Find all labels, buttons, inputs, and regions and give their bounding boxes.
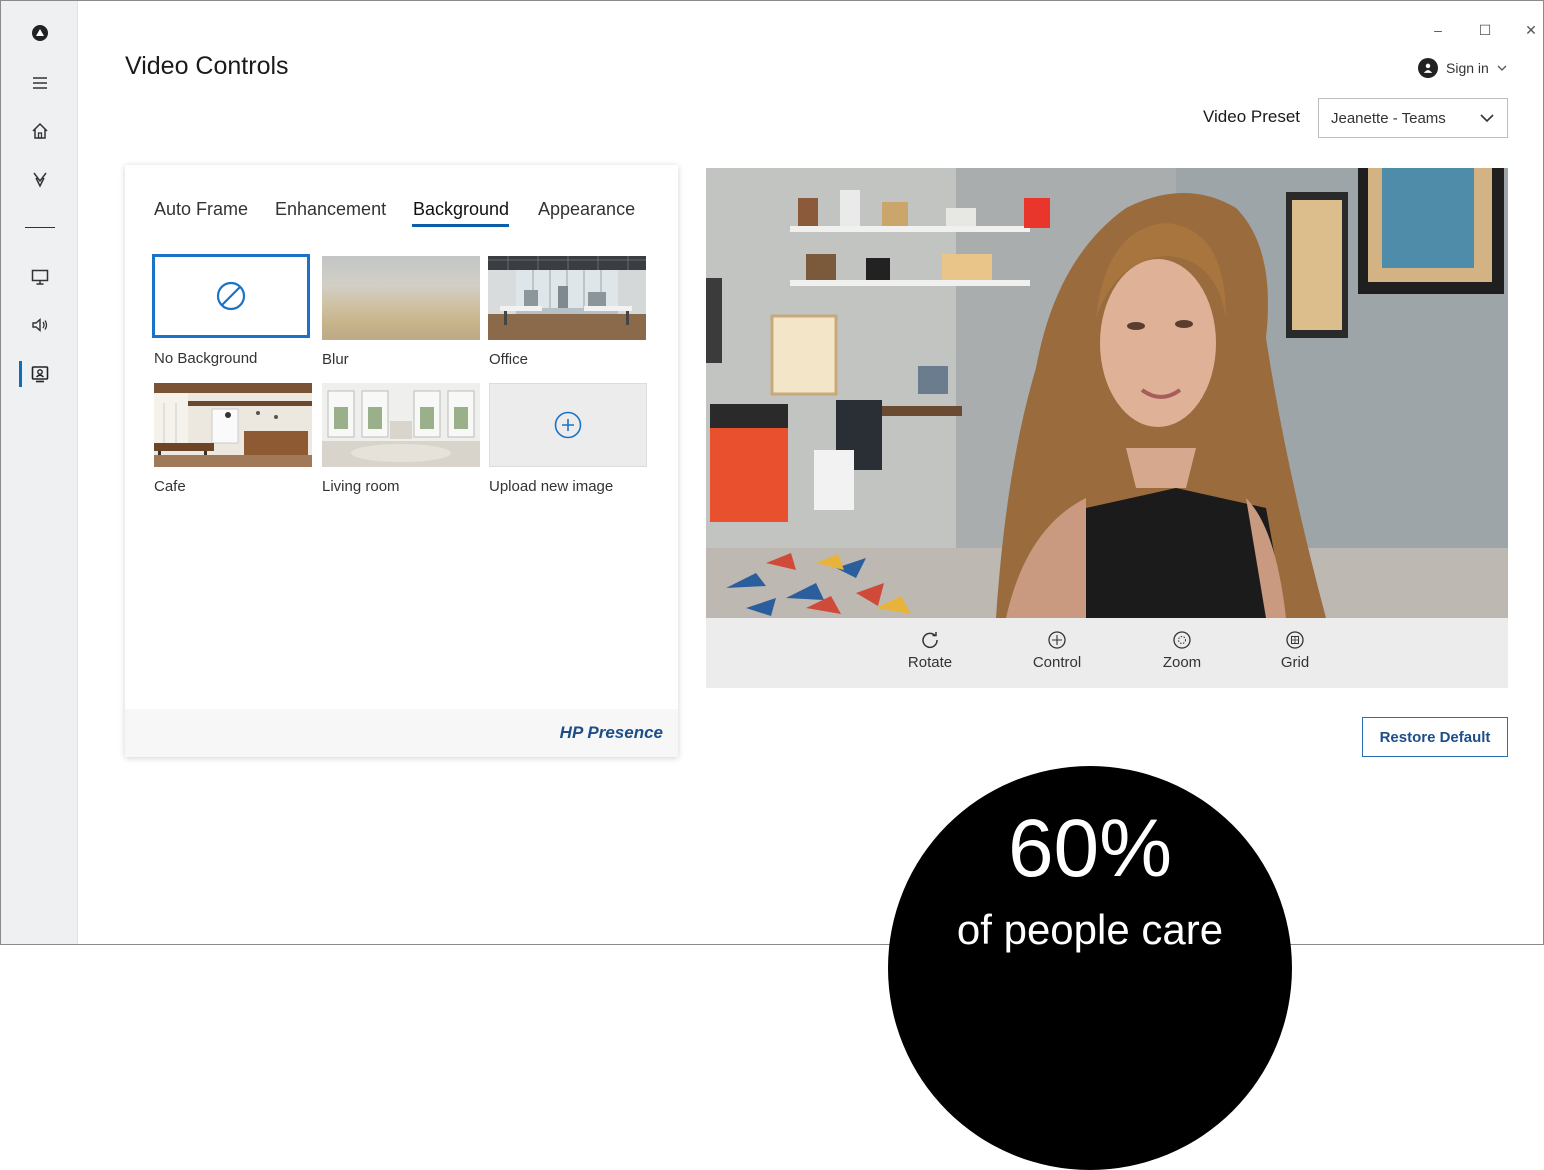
restore-default-button[interactable]: Restore Default [1362, 717, 1508, 757]
zoom-label: Zoom [1162, 654, 1202, 671]
home-icon[interactable] [23, 117, 57, 145]
sign-in-label: Sign in [1446, 60, 1489, 76]
sidebar [1, 1, 78, 944]
zoom-button[interactable]: Zoom [1137, 630, 1227, 671]
office-image [488, 256, 646, 340]
menu-icon[interactable] [23, 69, 57, 97]
upload-new-image-label: Upload new image [489, 478, 614, 495]
camera-preview-image [706, 168, 1508, 618]
grid-label: Grid [1280, 654, 1310, 671]
brand-label: HP Presence [559, 723, 663, 742]
rotate-label: Rotate [907, 654, 953, 671]
sidebar-divider [25, 227, 55, 228]
tab-active-underline [412, 224, 509, 227]
add-circle-icon [554, 411, 582, 439]
video-control-bar: Rotate Control Zoom Grid [706, 618, 1508, 688]
video-preset-label: Video Preset [1203, 107, 1301, 126]
background-option-office-label: Office [489, 351, 528, 368]
background-option-living-room[interactable] [322, 383, 480, 467]
maximize-button[interactable]: ☐ [1473, 18, 1497, 42]
background-option-blur[interactable] [322, 256, 480, 340]
tab-background[interactable]: Background [413, 199, 509, 220]
tab-auto-frame[interactable]: Auto Frame [154, 199, 248, 220]
control-label: Control [1032, 654, 1082, 671]
page-title: Video Controls [125, 52, 289, 80]
card-footer: HP Presence [125, 709, 678, 757]
grid-button[interactable]: Grid [1250, 630, 1340, 671]
tab-appearance[interactable]: Appearance [538, 199, 635, 220]
cafe-image [154, 383, 312, 467]
chevron-down-icon [1497, 65, 1507, 71]
living-room-image [322, 383, 480, 467]
camera-icon[interactable] [23, 360, 57, 388]
settings-card: Auto Frame Enhancement Background Appear… [125, 165, 678, 757]
stat-caption: of people care [956, 906, 1224, 953]
background-option-cafe-label: Cafe [154, 478, 186, 495]
tab-enhancement[interactable]: Enhancement [275, 199, 386, 220]
control-button[interactable]: Control [1012, 630, 1102, 671]
avatar-icon [1418, 58, 1438, 78]
ribbon-icon[interactable] [23, 165, 57, 193]
rotate-button[interactable]: Rotate [885, 630, 975, 671]
upload-new-image-button[interactable] [489, 383, 647, 467]
video-preview [706, 168, 1508, 618]
stat-value: 60% [1007, 803, 1173, 894]
grid-icon [1286, 631, 1304, 649]
app-logo-icon[interactable] [23, 19, 57, 47]
minimize-button[interactable]: – [1426, 18, 1450, 42]
stat-overlay: 60% of people care [888, 766, 1292, 1170]
background-option-office[interactable] [488, 256, 646, 340]
chevron-down-icon [1480, 114, 1494, 123]
background-option-living-room-label: Living room [322, 478, 400, 495]
background-option-none[interactable] [152, 254, 310, 338]
close-button[interactable]: ✕ [1519, 18, 1543, 42]
rotate-icon [922, 632, 938, 649]
control-icon [1048, 631, 1066, 649]
background-option-none-label: No Background [154, 350, 258, 367]
video-preset-select[interactable]: Jeanette - Teams [1318, 98, 1508, 138]
video-preset-value: Jeanette - Teams [1331, 109, 1446, 127]
display-icon[interactable] [23, 263, 57, 291]
sidebar-active-indicator [19, 361, 22, 387]
sign-in-button[interactable]: Sign in [1418, 58, 1507, 78]
zoom-icon [1173, 631, 1191, 649]
speaker-icon[interactable] [23, 311, 57, 339]
no-background-icon [216, 281, 246, 311]
background-option-cafe[interactable] [154, 383, 312, 467]
background-option-blur-label: Blur [322, 351, 349, 368]
